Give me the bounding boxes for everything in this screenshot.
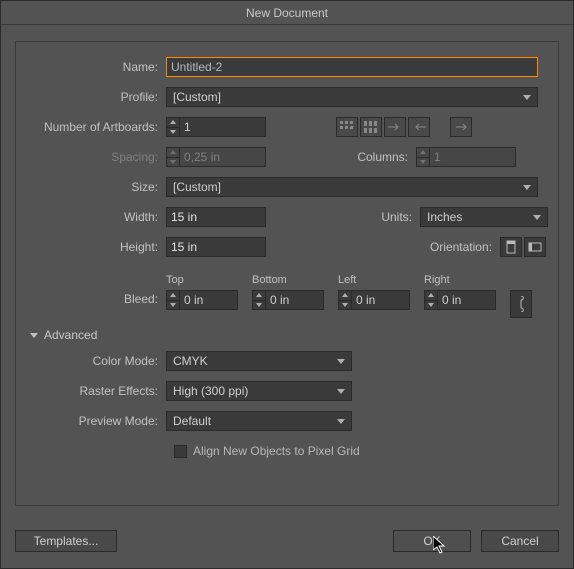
chevron-down-icon [337,359,345,364]
orientation-landscape-icon[interactable] [524,237,546,257]
dialog-body: Name: Untitled-2 Profile: [Custom] Numbe… [15,41,559,506]
templates-button[interactable]: Templates... [15,530,117,552]
name-label: Name: [26,60,166,74]
spacing-stepper: 0,25 in [166,147,266,167]
chevron-down-icon [523,185,531,190]
bleed-top-label: Top [166,274,238,286]
raster-dropdown[interactable]: High (300 ppi) [166,381,352,401]
cancel-button[interactable]: Cancel [481,530,559,552]
units-label: Units: [368,210,420,224]
colormode-dropdown[interactable]: CMYK [166,351,352,371]
artboards-stepper[interactable]: 1 [166,117,266,137]
advanced-disclosure[interactable]: Advanced [30,328,548,342]
orientation-label: Orientation: [420,240,500,254]
chevron-down-icon [533,215,541,220]
arrange-grid-row-icon[interactable] [336,117,358,137]
chevron-down-icon [523,95,531,100]
units-dropdown[interactable]: Inches [420,207,548,227]
bleed-left-stepper[interactable]: 0 in [338,290,410,310]
bleed-right-label: Right [424,274,496,286]
size-label: Size: [26,180,166,194]
width-input[interactable] [166,207,266,227]
columns-label: Columns: [354,150,416,164]
arrange-grid-col-icon[interactable] [360,117,382,137]
bleed-top-stepper[interactable]: 0 in [166,290,238,310]
bleed-label: Bleed: [26,274,166,306]
orientation-portrait-icon[interactable] [500,237,522,257]
chevron-down-icon [337,419,345,424]
arrange-row-rtl-icon[interactable] [408,117,430,137]
name-input[interactable]: Untitled-2 [166,57,538,77]
dialog-title: New Document [1,1,573,25]
bleed-link-icon[interactable] [510,290,532,318]
raster-label: Raster Effects: [26,384,166,398]
height-input[interactable] [166,237,266,257]
bleed-bottom-stepper[interactable]: 0 in [252,290,324,310]
profile-dropdown[interactable]: [Custom] [166,87,538,107]
align-pixel-grid-checkbox[interactable]: Align New Objects to Pixel Grid [174,444,360,458]
width-label: Width: [26,210,166,224]
preview-label: Preview Mode: [26,414,166,428]
chevron-down-icon [30,333,38,338]
colormode-label: Color Mode: [26,354,166,368]
bleed-right-stepper[interactable]: 0 in [424,290,496,310]
bleed-bottom-label: Bottom [252,274,324,286]
preview-dropdown[interactable]: Default [166,411,352,431]
artboards-label: Number of Artboards: [26,120,166,134]
profile-label: Profile: [26,90,166,104]
spacing-label: Spacing: [26,150,166,164]
chevron-down-icon [337,389,345,394]
arrange-row-ltr-icon[interactable] [384,117,406,137]
height-label: Height: [26,240,166,254]
ok-button[interactable]: OK [393,530,471,552]
arrange-single-icon[interactable] [450,117,472,137]
columns-stepper: 1 [416,147,516,167]
size-dropdown[interactable]: [Custom] [166,177,538,197]
bleed-left-label: Left [338,274,410,286]
dialog-footer: Templates... OK Cancel [15,530,559,552]
new-document-dialog: New Document Name: Untitled-2 Profile: [… [0,0,574,569]
